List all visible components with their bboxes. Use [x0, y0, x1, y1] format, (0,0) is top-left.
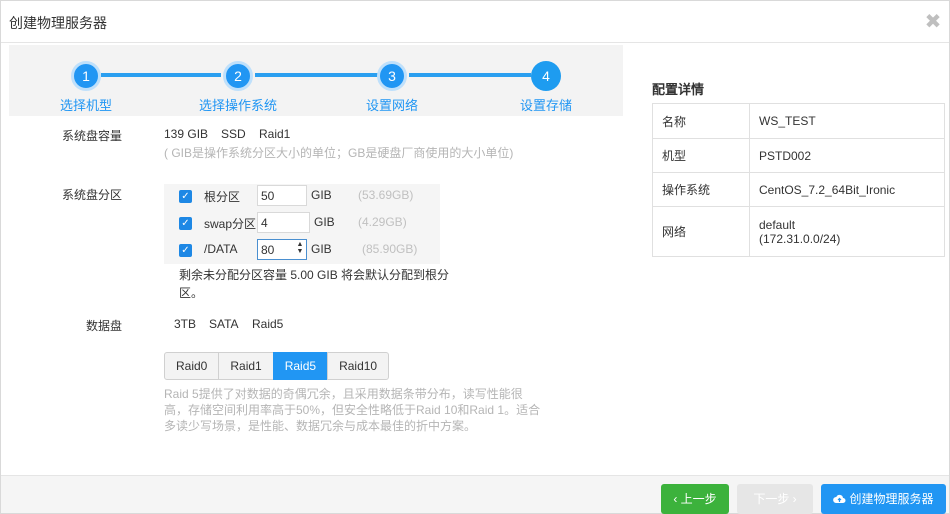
raid-description-line: 高，存储空间利用率高于50%，但安全性略低于Raid 10和Raid 1。适合 — [164, 403, 541, 417]
step-1-number: 1 — [71, 61, 101, 91]
system-disk-capacity: 139 GIB — [164, 127, 209, 141]
details-key: 网络 — [652, 206, 750, 257]
raid-description-line: 多读少写场景，是性能、数据冗余与成本最佳的折中方案。 — [164, 419, 477, 433]
details-row-name: 名称 WS_TEST — [652, 103, 945, 139]
details-key: 名称 — [652, 103, 750, 139]
partition-row-data: ✓ /DATA ▲ ▼ GIB (85.90GB) — [164, 239, 440, 261]
details-row-os: 操作系统 CentOS_7.2_64Bit_Ironic — [652, 172, 945, 207]
data-partition-size-stepper[interactable]: ▲ ▼ — [257, 239, 307, 260]
network-cidr: (172.31.0.0/24) — [759, 231, 841, 246]
step-connector — [409, 73, 531, 77]
partition-name: swap分区 — [204, 217, 257, 231]
create-server-label: 创建物理服务器 — [849, 492, 934, 506]
raid10-button[interactable]: Raid10 — [327, 352, 390, 380]
stepper-arrows[interactable]: ▲ ▼ — [295, 241, 305, 256]
partition-unit: GIB — [314, 215, 335, 229]
details-row-network: 网络 default (172.31.0.0/24) — [652, 206, 945, 257]
remaining-note-line2: 区。 — [179, 286, 204, 300]
swap-partition-size-input[interactable] — [257, 212, 310, 233]
details-title: 配置详情 — [652, 82, 705, 97]
partition-size-gb: (4.29GB) — [358, 215, 407, 229]
chevron-up-icon[interactable]: ▲ — [295, 241, 305, 248]
details-row-model: 机型 PSTD002 — [652, 138, 945, 173]
system-disk-raid: Raid1 — [259, 127, 291, 141]
step-3[interactable]: 3 — [377, 61, 407, 91]
prev-step-button[interactable]: ‹ 上一步 — [661, 484, 729, 514]
dialog-footer: ‹ 上一步 下一步 › 创建物理服务器 — [1, 475, 949, 514]
next-step-button[interactable]: 下一步 › — [737, 484, 813, 514]
details-value: default (172.31.0.0/24) — [749, 206, 945, 257]
partition-size-gb: (85.90GB) — [362, 242, 418, 256]
chevron-down-icon[interactable]: ▼ — [295, 248, 305, 255]
raid5-button[interactable]: Raid5 — [272, 352, 329, 380]
raid-description-line: Raid 5提供了对数据的奇偶冗余，且采用数据条带分布，读写性能很 — [164, 387, 523, 401]
step-2[interactable]: 2 — [223, 61, 253, 91]
step-connector — [101, 73, 221, 77]
data-disk-raid: Raid5 — [252, 317, 284, 331]
details-value: PSTD002 — [749, 138, 945, 173]
swap-partition-checkbox[interactable]: ✓ — [179, 217, 192, 230]
raid-description: Raid 5提供了对数据的奇偶冗余，且采用数据条带分布，读写性能很 高，存储空间… — [164, 386, 544, 434]
raid-selector: Raid0 Raid1 Raid5 Raid10 — [164, 352, 390, 380]
step-1-label[interactable]: 选择机型 — [60, 95, 112, 114]
create-server-button[interactable]: 创建物理服务器 — [821, 484, 946, 514]
partition-name: /DATA — [204, 242, 238, 256]
data-disk-capacity: 3TB — [174, 317, 197, 331]
root-partition-checkbox[interactable]: ✓ — [179, 190, 192, 203]
details-table: 名称 WS_TEST 机型 PSTD002 操作系统 CentOS_7.2_64… — [652, 103, 945, 257]
wizard-steps: 1 选择机型 2 选择操作系统 3 设置网络 4 设置存储 — [9, 45, 623, 116]
create-server-dialog: 创建物理服务器 ✖ 1 选择机型 2 选择操作系统 3 设置网络 4 设置存储 … — [0, 0, 950, 514]
network-name: default — [759, 217, 796, 232]
step-4-label[interactable]: 设置存储 — [520, 95, 572, 114]
system-disk-hint: ( GIB是操作系统分区大小的单位；GB是硬盘厂商使用的大小单位) — [164, 146, 514, 160]
step-1[interactable]: 1 — [71, 61, 101, 91]
details-key: 操作系统 — [652, 172, 750, 207]
partition-size-gb: (53.69GB) — [358, 188, 414, 202]
step-4[interactable]: 4 — [531, 61, 561, 91]
system-disk-type: SSD — [221, 127, 246, 141]
partition-row-root: ✓ 根分区 GIB (53.69GB) — [164, 185, 440, 207]
data-disk-label: 数据盘 — [85, 319, 122, 333]
close-icon[interactable]: ✖ — [923, 12, 943, 32]
step-2-number: 2 — [223, 61, 253, 91]
remaining-note-line1: 剩余未分配分区容量 5.00 GIB 将会默认分配到根分 — [179, 268, 450, 282]
step-4-number: 4 — [531, 61, 561, 91]
details-key: 机型 — [652, 138, 750, 173]
data-partition-checkbox[interactable]: ✓ — [179, 244, 192, 257]
partition-list: ✓ 根分区 GIB (53.69GB) ✓ swap分区 GIB (4.29GB… — [164, 184, 440, 264]
dialog-header: 创建物理服务器 ✖ — [1, 1, 949, 43]
cloud-upload-icon — [833, 494, 846, 503]
root-partition-size-input[interactable] — [257, 185, 307, 206]
step-connector — [255, 73, 379, 77]
step-3-number: 3 — [377, 61, 407, 91]
system-disk-label: 系统盘容量 — [61, 129, 122, 143]
partition-name: 根分区 — [204, 190, 241, 204]
raid1-button[interactable]: Raid1 — [218, 352, 274, 380]
step-2-label[interactable]: 选择操作系统 — [199, 95, 277, 114]
partition-unit: GIB — [311, 242, 332, 256]
raid0-button[interactable]: Raid0 — [164, 352, 220, 380]
data-disk-type: SATA — [209, 317, 239, 331]
details-value: WS_TEST — [749, 103, 945, 139]
step-3-label[interactable]: 设置网络 — [366, 95, 418, 114]
dialog-title: 创建物理服务器 — [9, 15, 107, 31]
partition-label: 系统盘分区 — [61, 188, 122, 202]
details-value: CentOS_7.2_64Bit_Ironic — [749, 172, 945, 207]
partition-unit: GIB — [311, 188, 332, 202]
partition-row-swap: ✓ swap分区 GIB (4.29GB) — [164, 212, 440, 234]
